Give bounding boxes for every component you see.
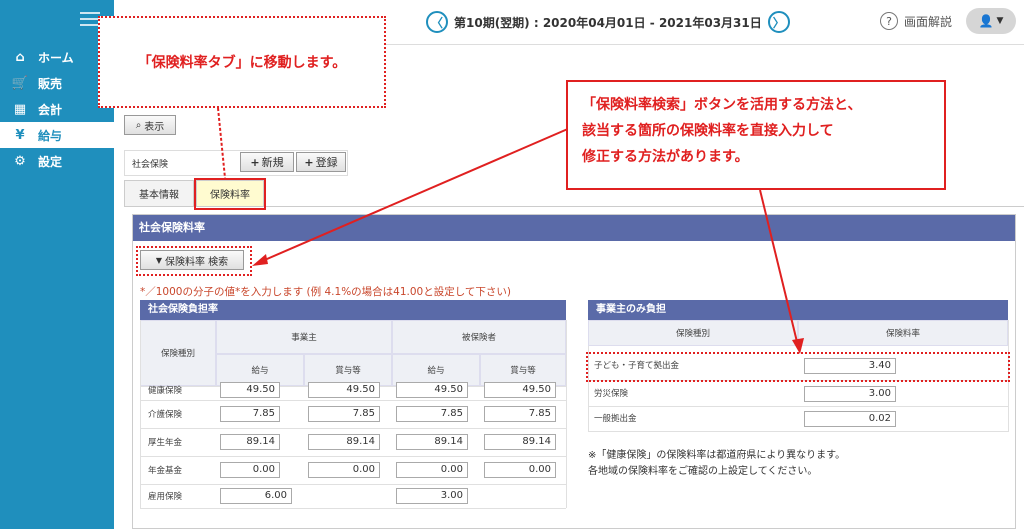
row-arrow-line: [759, 189, 799, 347]
callout-line: 修正する方法があります。: [582, 149, 749, 165]
tab-callout-leader: [217, 107, 226, 179]
row-arrow-head: [792, 338, 804, 354]
search-callout: 「保険料率検索」ボタンを活用する方法と、 該当する箇所の保険料率を直接入力して …: [566, 80, 946, 190]
tab-callout: 「保険料率タブ」に移動します。: [98, 16, 386, 108]
callout-line: 該当する箇所の保険料率を直接入力して: [582, 123, 834, 139]
tab-callout-text: 「保険料率タブ」に移動します。: [137, 55, 347, 71]
search-arrow-line: [259, 127, 571, 263]
callout-line: 「保険料率検索」ボタンを活用する方法と、: [582, 97, 862, 113]
search-arrow-head: [252, 254, 268, 266]
